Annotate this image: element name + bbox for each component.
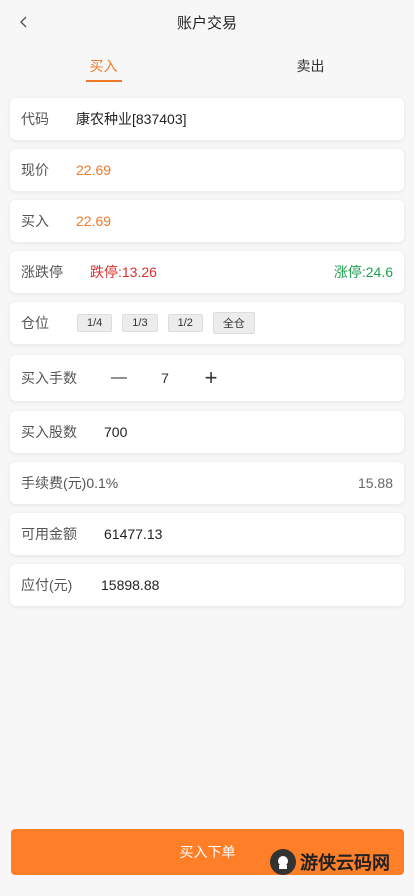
lots-input[interactable]: 7	[131, 370, 199, 386]
fee-value: 15.88	[357, 475, 393, 491]
watermark-logo-icon	[270, 849, 296, 875]
lots-row: 买入手数 — 7 +	[10, 355, 404, 401]
header: 账户交易	[0, 0, 414, 44]
position-row: 仓位 1/4 1/3 1/2 全仓	[10, 302, 404, 344]
code-value: 康农种业[837403]	[76, 111, 187, 127]
tab-sell[interactable]: 卖出	[207, 44, 414, 88]
page-title: 账户交易	[176, 14, 237, 32]
back-button[interactable]	[12, 10, 36, 34]
fee-row: 手续费(元)0.1% 15.88	[10, 462, 404, 504]
position-full-button[interactable]: 全仓	[212, 312, 255, 334]
lots-label: 买入手数	[21, 370, 77, 386]
watermark: 游侠云码网	[270, 845, 390, 879]
position-label: 仓位	[21, 315, 49, 331]
payable-row: 应付(元) 15898.88	[10, 564, 404, 606]
available-row: 可用金额 61477.13	[10, 513, 404, 555]
shares-value: 700	[104, 424, 128, 440]
position-quarter-button[interactable]: 1/4	[77, 314, 113, 332]
available-label: 可用金额	[21, 526, 77, 542]
limit-label: 涨跌停	[21, 264, 63, 280]
fee-label: 手续费(元)0.1%	[21, 475, 119, 491]
current-price-row: 现价 22.69	[10, 149, 404, 191]
current-price-value: 22.69	[76, 162, 112, 178]
shares-label: 买入股数	[21, 424, 77, 440]
lots-minus-button[interactable]: —	[107, 366, 131, 390]
shares-row: 买入股数 700	[10, 411, 404, 453]
payable-label: 应付(元)	[21, 577, 73, 593]
code-label: 代码	[21, 111, 49, 127]
code-row[interactable]: 代码 康农种业[837403]	[10, 98, 404, 140]
limit-up-value: 涨停:24.6	[333, 264, 393, 280]
buy-price-input[interactable]: 22.69	[76, 213, 111, 229]
trade-tabs: 买入 卖出	[0, 44, 414, 88]
available-value: 61477.13	[104, 526, 163, 542]
current-price-label: 现价	[21, 162, 49, 178]
limit-row: 涨跌停 跌停:13.26 涨停:24.6	[10, 251, 404, 293]
limit-down-value: 跌停:13.26	[90, 264, 157, 280]
position-third-button[interactable]: 1/3	[122, 314, 158, 332]
watermark-text: 游侠云码网	[300, 853, 390, 873]
chevron-left-icon	[20, 16, 27, 28]
buy-price-row[interactable]: 买入 22.69	[10, 200, 404, 242]
tab-buy[interactable]: 买入	[0, 44, 207, 88]
buy-price-label: 买入	[21, 213, 49, 229]
position-half-button[interactable]: 1/2	[167, 314, 203, 332]
lots-plus-button[interactable]: +	[199, 365, 223, 390]
payable-value: 15898.88	[101, 577, 160, 593]
